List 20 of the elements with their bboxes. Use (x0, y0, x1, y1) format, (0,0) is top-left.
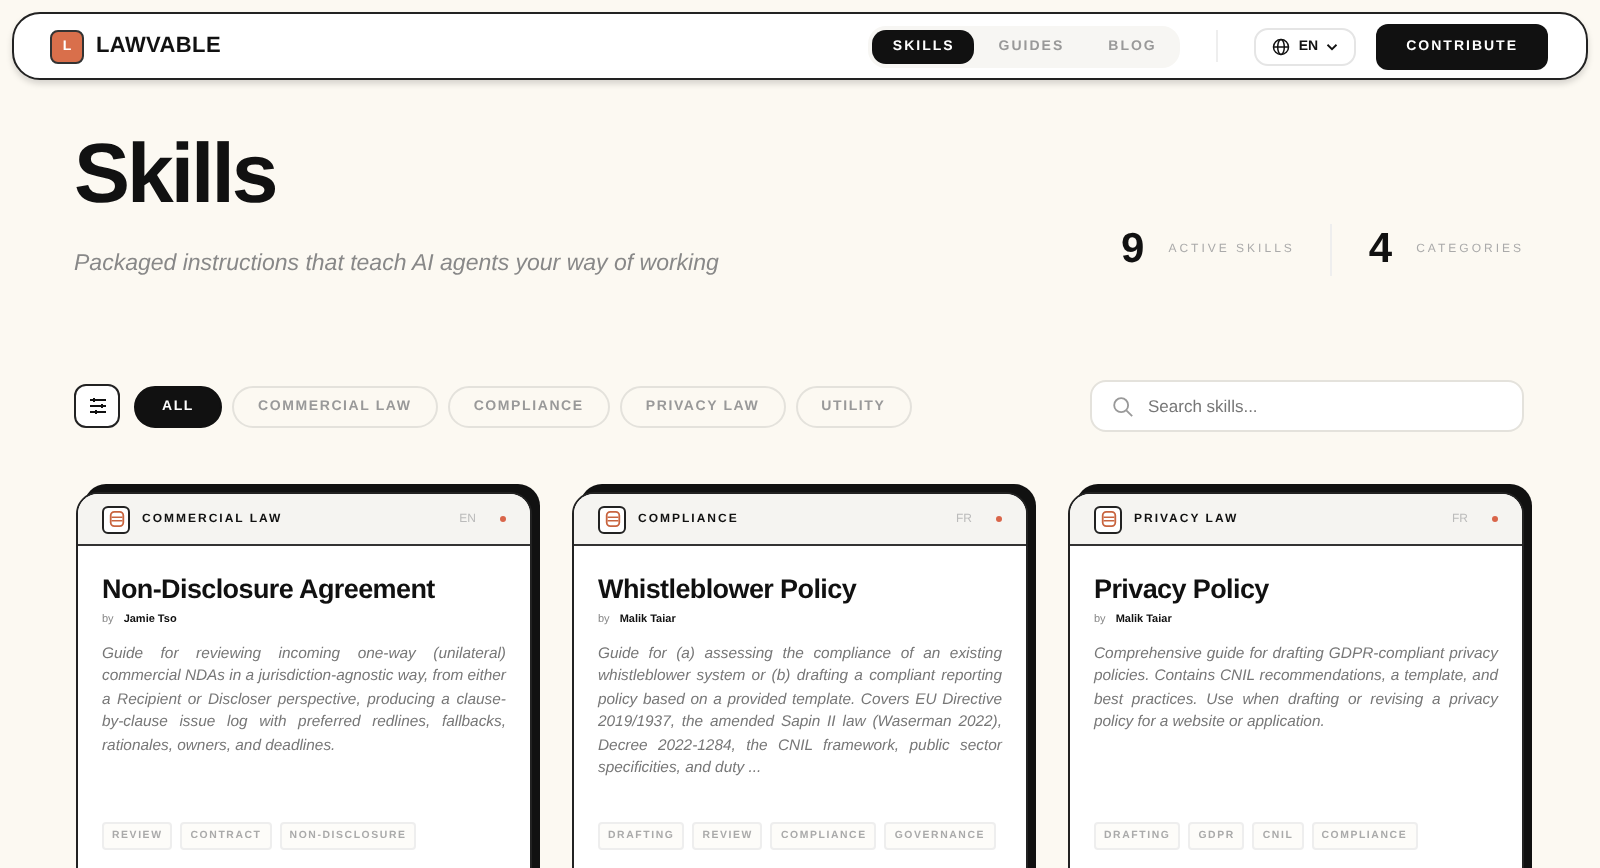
filter-settings-button[interactable] (74, 384, 120, 428)
page-subtitle: Packaged instructions that teach AI agents your way of working (74, 252, 721, 276)
category-icon (598, 505, 626, 533)
category-icon (102, 505, 130, 533)
globe-icon (1272, 37, 1291, 55)
sliders-icon (85, 394, 109, 418)
stat-value: 9 (1121, 226, 1145, 274)
search-icon (1112, 395, 1134, 417)
card-title: Non-Disclosure Agreement (102, 574, 437, 604)
search-field[interactable]: Search skills... (1090, 380, 1524, 432)
card-title: Privacy Policy (1094, 574, 1271, 604)
stat-value: 4 (1368, 226, 1393, 274)
brand-name[interactable]: LAWVABLE (96, 34, 222, 58)
status-dot (1492, 516, 1498, 522)
page-title: Skills (74, 124, 278, 224)
status-dot (996, 516, 1002, 522)
status-dot (500, 516, 506, 522)
category-icon (1094, 505, 1122, 533)
card-title: Whistleblower Policy (598, 574, 859, 604)
chevron-down-icon (1326, 41, 1339, 51)
